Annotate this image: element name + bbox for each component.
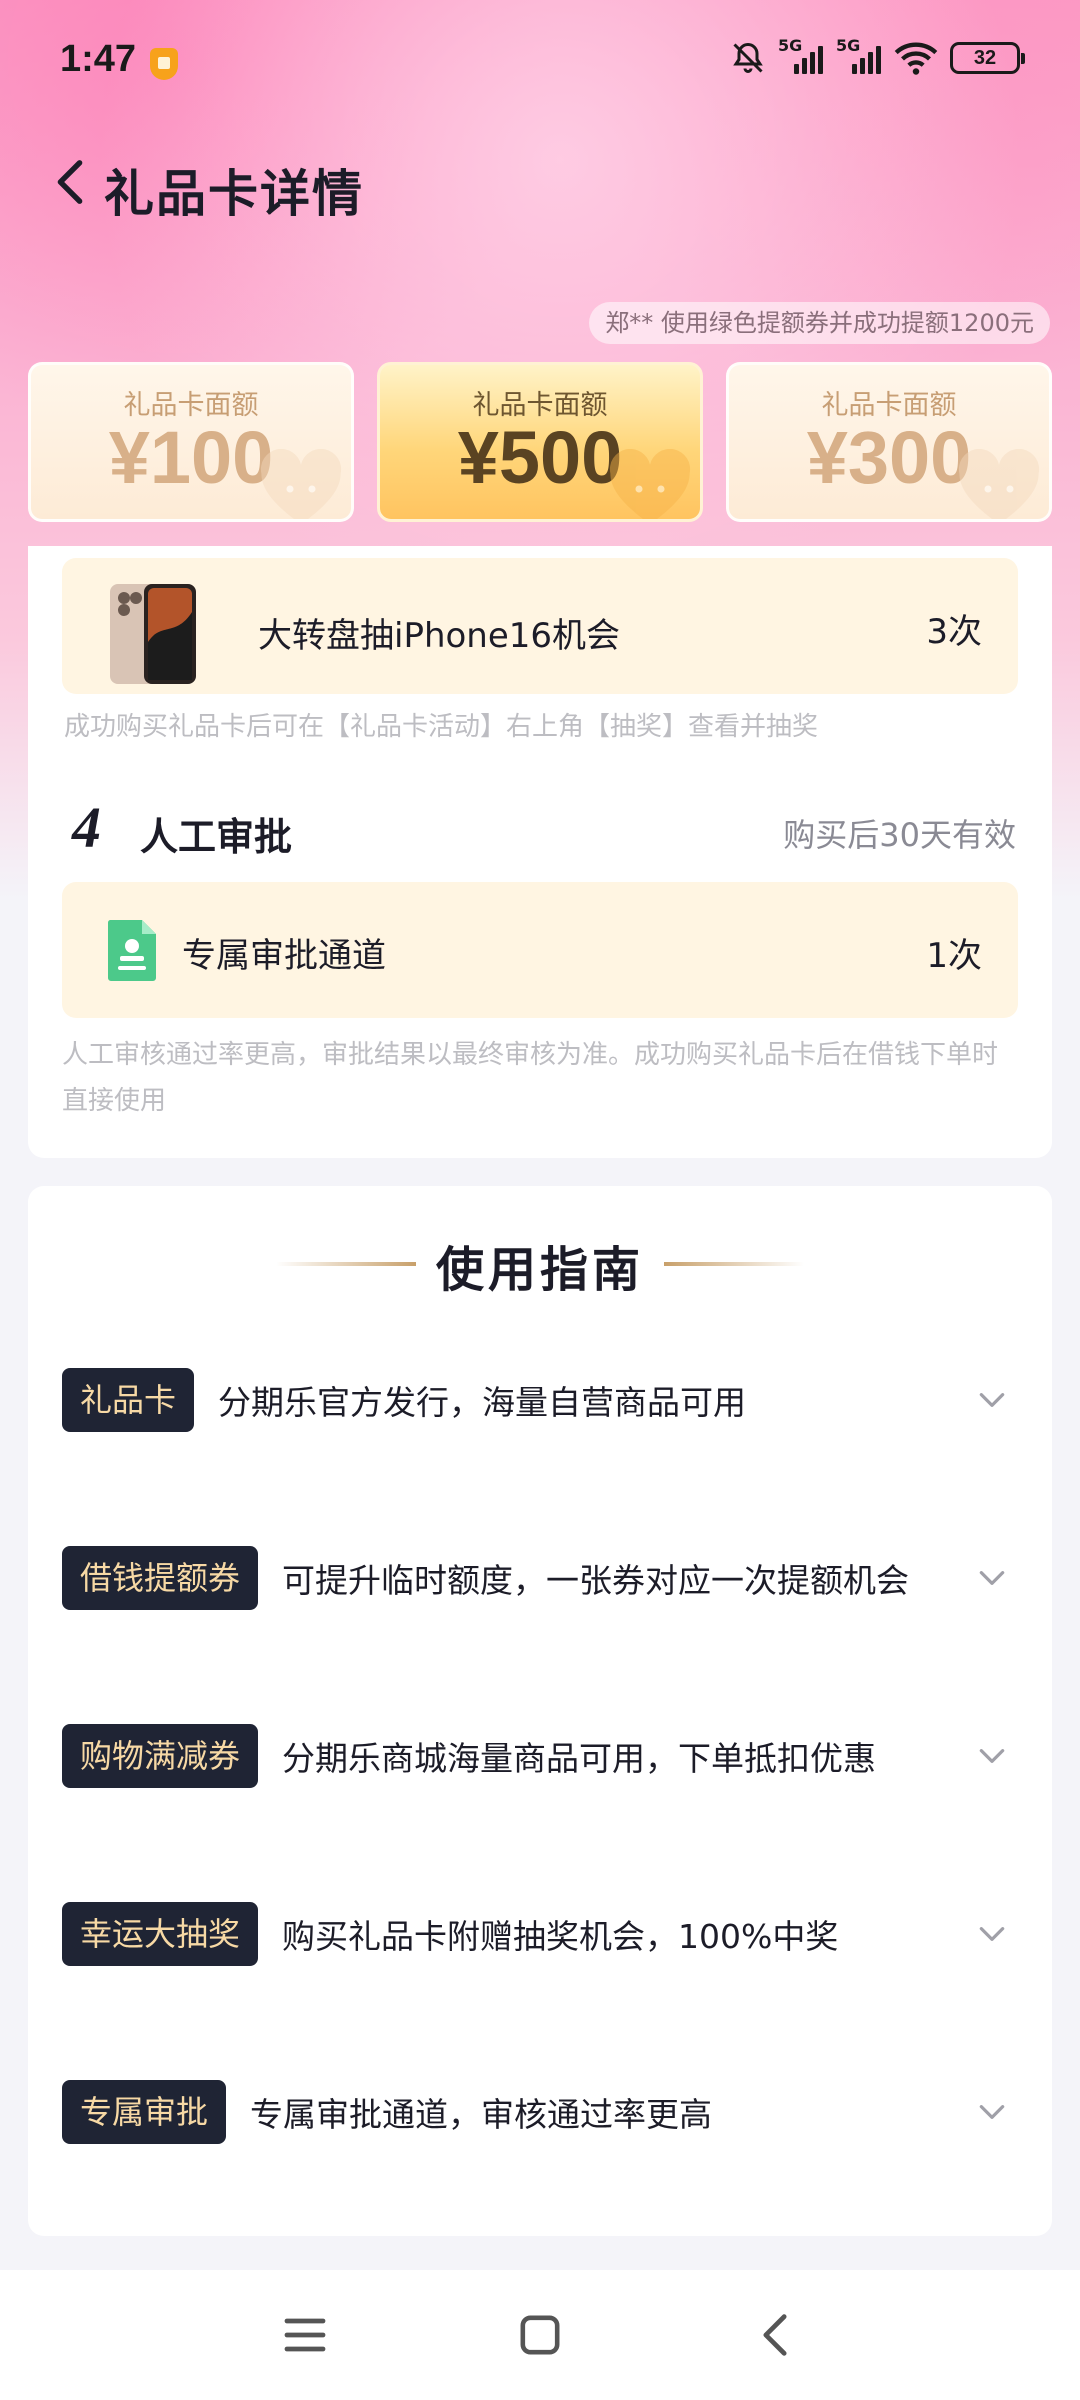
- home-square-icon: [520, 2315, 560, 2355]
- guide-item-gift-card[interactable]: 礼品卡 分期乐官方发行，海量自营商品可用: [62, 1368, 1022, 1432]
- chevron-left-icon: [57, 160, 83, 204]
- prize-note: 成功购买礼品卡后可在【礼品卡活动】右上角【抽奖】查看并抽奖: [64, 712, 819, 742]
- menu-nav-button[interactable]: [270, 2300, 340, 2370]
- approval-item: 专属审批通道 1次: [62, 882, 1018, 1018]
- card-option-100[interactable]: 礼品卡面额 ¥100: [28, 362, 354, 522]
- chevron-down-icon: [979, 1749, 1005, 1763]
- signal-2-icon: 5G: [836, 36, 882, 74]
- prize-title: 大转盘抽iPhone16机会: [258, 616, 621, 656]
- network-label-2: 5G: [836, 36, 861, 55]
- benefits-panel: 大转盘抽iPhone16机会 3次 成功购买礼品卡后可在【礼品卡活动】右上角【抽…: [28, 546, 1052, 1158]
- chevron-down-icon: [979, 1393, 1005, 1407]
- prize-count: 3次: [926, 612, 982, 652]
- heart-decoration-icon: [958, 449, 1040, 519]
- guide-desc: 购买礼品卡附赠抽奖机会，100%中奖: [282, 1917, 839, 1956]
- card-option-500-selected[interactable]: 礼品卡面额 ¥500: [377, 362, 703, 522]
- guide-tag: 礼品卡: [62, 1368, 195, 1432]
- section-number: 4: [64, 795, 110, 860]
- status-icons: 5G 5G 32: [730, 36, 1025, 76]
- heart-decoration-icon: [260, 449, 342, 519]
- chevron-down-icon: [979, 1927, 1005, 1941]
- guide-desc: 分期乐商城海量商品可用，下单抵扣优惠: [282, 1739, 877, 1778]
- system-nav-bar: [0, 2270, 1080, 2400]
- guide-item-credit-coupon[interactable]: 借钱提额券 可提升临时额度，一张券对应一次提额机会: [62, 1546, 1022, 1610]
- guide-desc: 可提升临时额度，一张券对应一次提额机会: [282, 1561, 910, 1600]
- guide-item-lucky-draw[interactable]: 幸运大抽奖 购买礼品卡附赠抽奖机会，100%中奖: [62, 1902, 1022, 1966]
- back-button[interactable]: [40, 152, 100, 212]
- guide-tag: 专属审批: [62, 2080, 227, 2144]
- guide-tag: 借钱提额券: [62, 1546, 259, 1610]
- page-title: 礼品卡详情: [104, 165, 364, 223]
- guide-tag: 购物满减券: [62, 1724, 259, 1788]
- network-label-1: 5G: [778, 36, 803, 55]
- battery-icon: 32: [950, 42, 1025, 74]
- guide-item-exclusive-approval[interactable]: 专属审批 专属审批通道，审核通过率更高: [62, 2080, 1022, 2144]
- section-validity: 购买后30天有效: [783, 816, 1016, 854]
- bell-muted-icon: [730, 40, 766, 76]
- approval-note: 人工审核通过率更高，审批结果以最终审核为准。成功购买礼品卡后在借钱下单时直接使用: [62, 1040, 999, 1116]
- card-option-300[interactable]: 礼品卡面额 ¥300: [726, 362, 1052, 522]
- amount-cards: 礼品卡面额 ¥100 礼品卡面额 ¥500 礼品卡面额 ¥300: [28, 362, 1052, 522]
- section-title: 人工审批: [140, 815, 293, 859]
- back-triangle-icon: [763, 2314, 787, 2356]
- chevron-down-icon: [979, 1571, 1005, 1585]
- guide-desc: 分期乐官方发行，海量自营商品可用: [218, 1383, 747, 1422]
- approval-title: 专属审批通道: [182, 936, 386, 976]
- usage-guide-panel: 使用指南 礼品卡 分期乐官方发行，海量自营商品可用 借钱提额券 可提升临时额度，…: [28, 1186, 1052, 2236]
- approval-document-icon: [107, 920, 156, 981]
- guide-desc: 专属审批通道，审核通过率更高: [250, 2095, 713, 2134]
- guide-tag: 幸运大抽奖: [62, 1902, 259, 1966]
- back-nav-button[interactable]: [740, 2300, 810, 2370]
- home-nav-button[interactable]: [505, 2300, 575, 2370]
- approval-count: 1次: [926, 936, 982, 976]
- shield-notification-icon: [150, 48, 178, 80]
- header: 礼品卡详情: [0, 130, 1080, 240]
- heart-decoration-icon: [609, 449, 691, 519]
- title-divider-right: [664, 1262, 804, 1266]
- guide-title: 使用指南: [435, 1242, 644, 1298]
- signal-1-icon: 5G: [778, 36, 824, 74]
- chevron-down-icon: [979, 2105, 1005, 2119]
- prize-item: 大转盘抽iPhone16机会 3次: [62, 558, 1018, 694]
- menu-icon: [284, 2318, 326, 2352]
- wifi-icon: [894, 40, 938, 76]
- iphone-image-icon: [110, 584, 196, 684]
- purchase-ticker: 郑** 使用绿色提额券并成功提额1200元: [589, 302, 1050, 344]
- guide-item-shopping-coupon[interactable]: 购物满减券 分期乐商城海量商品可用，下单抵扣优惠: [62, 1724, 1022, 1788]
- status-time: 1:47: [60, 38, 137, 80]
- status-bar: 1:47 5G 5G 32: [0, 0, 1080, 120]
